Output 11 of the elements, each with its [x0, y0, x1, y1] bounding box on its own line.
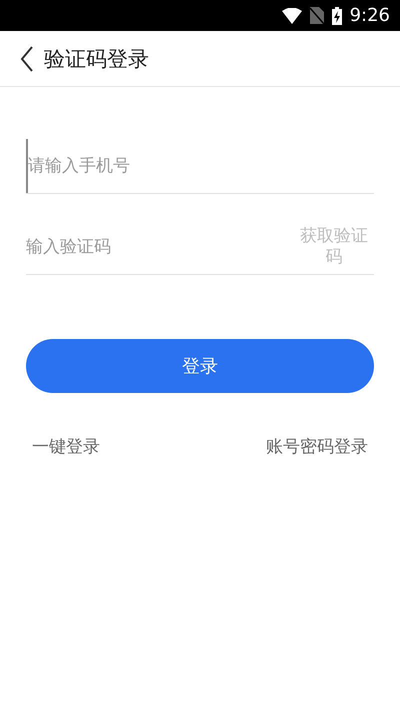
code-input-field[interactable]: 输入验证码 [26, 220, 294, 274]
login-button[interactable]: 登录 [26, 339, 374, 393]
status-time: 9:26 [350, 5, 390, 26]
login-option-link[interactable]: 一键登录 [32, 435, 100, 458]
battery-charging-icon [332, 6, 342, 24]
login-option-link[interactable]: 账号密码登录 [266, 435, 368, 458]
back-button[interactable] [20, 46, 34, 72]
phone-input-field[interactable]: 请输入手机号 [26, 139, 374, 193]
wifi-icon [282, 8, 302, 24]
no-sim-icon [310, 7, 324, 24]
page-title: 验证码登录 [44, 46, 149, 72]
